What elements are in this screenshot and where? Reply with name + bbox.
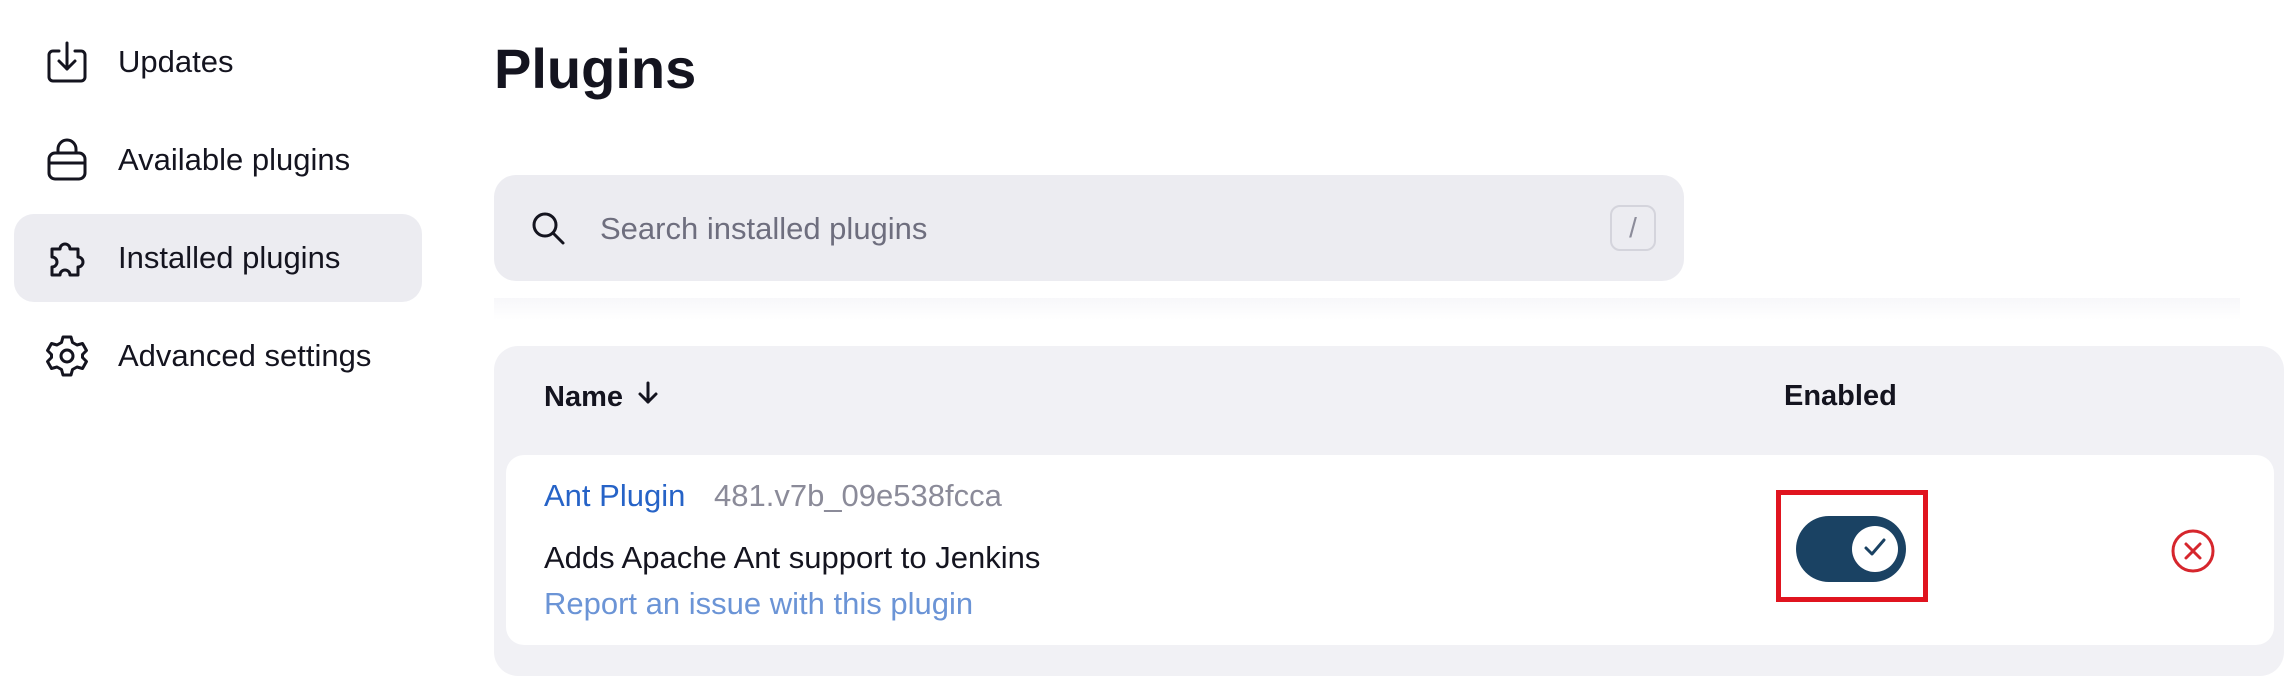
column-header-enabled: Enabled bbox=[1784, 380, 1897, 413]
toggle-knob bbox=[1852, 526, 1898, 572]
plugin-description: Adds Apache Ant support to Jenkins bbox=[544, 540, 1041, 575]
search-icon bbox=[528, 208, 568, 248]
sidebar-item-updates[interactable]: Updates bbox=[14, 18, 422, 106]
sidebar-item-label: Installed plugins bbox=[118, 240, 341, 275]
search-input[interactable] bbox=[598, 199, 1482, 259]
column-header-label: Name bbox=[544, 380, 623, 413]
sidebar-item-available-plugins[interactable]: Available plugins bbox=[14, 116, 422, 204]
download-icon bbox=[42, 37, 92, 87]
enabled-toggle[interactable] bbox=[1796, 516, 1906, 582]
arrow-down-icon bbox=[637, 380, 659, 414]
column-header-label: Enabled bbox=[1784, 380, 1897, 412]
shopping-bag-icon bbox=[42, 135, 92, 185]
keyboard-shortcut-hint: / bbox=[1610, 205, 1656, 251]
divider bbox=[494, 298, 2240, 320]
close-circle-icon bbox=[2170, 529, 2216, 578]
sidebar-item-advanced-settings[interactable]: Advanced settings bbox=[14, 312, 422, 400]
sidebar-item-label: Advanced settings bbox=[118, 338, 372, 373]
column-header-name[interactable]: Name bbox=[544, 380, 659, 414]
sidebar-item-label: Available plugins bbox=[118, 142, 351, 177]
sidebar-item-label: Updates bbox=[118, 44, 234, 79]
uninstall-button[interactable] bbox=[2170, 528, 2216, 574]
sidebar-item-installed-plugins[interactable]: Installed plugins bbox=[14, 214, 422, 302]
plugin-version: 481.v7b_09e538fcca bbox=[714, 478, 1002, 513]
page-title: Plugins bbox=[494, 37, 697, 100]
gear-icon bbox=[42, 331, 92, 381]
checkmark-icon bbox=[1862, 536, 1888, 563]
search-bar: / bbox=[494, 175, 1684, 281]
puzzle-icon bbox=[42, 233, 92, 283]
report-issue-link[interactable]: Report an issue with this plugin bbox=[544, 586, 973, 622]
plugin-name-link[interactable]: Ant Plugin bbox=[544, 478, 685, 514]
